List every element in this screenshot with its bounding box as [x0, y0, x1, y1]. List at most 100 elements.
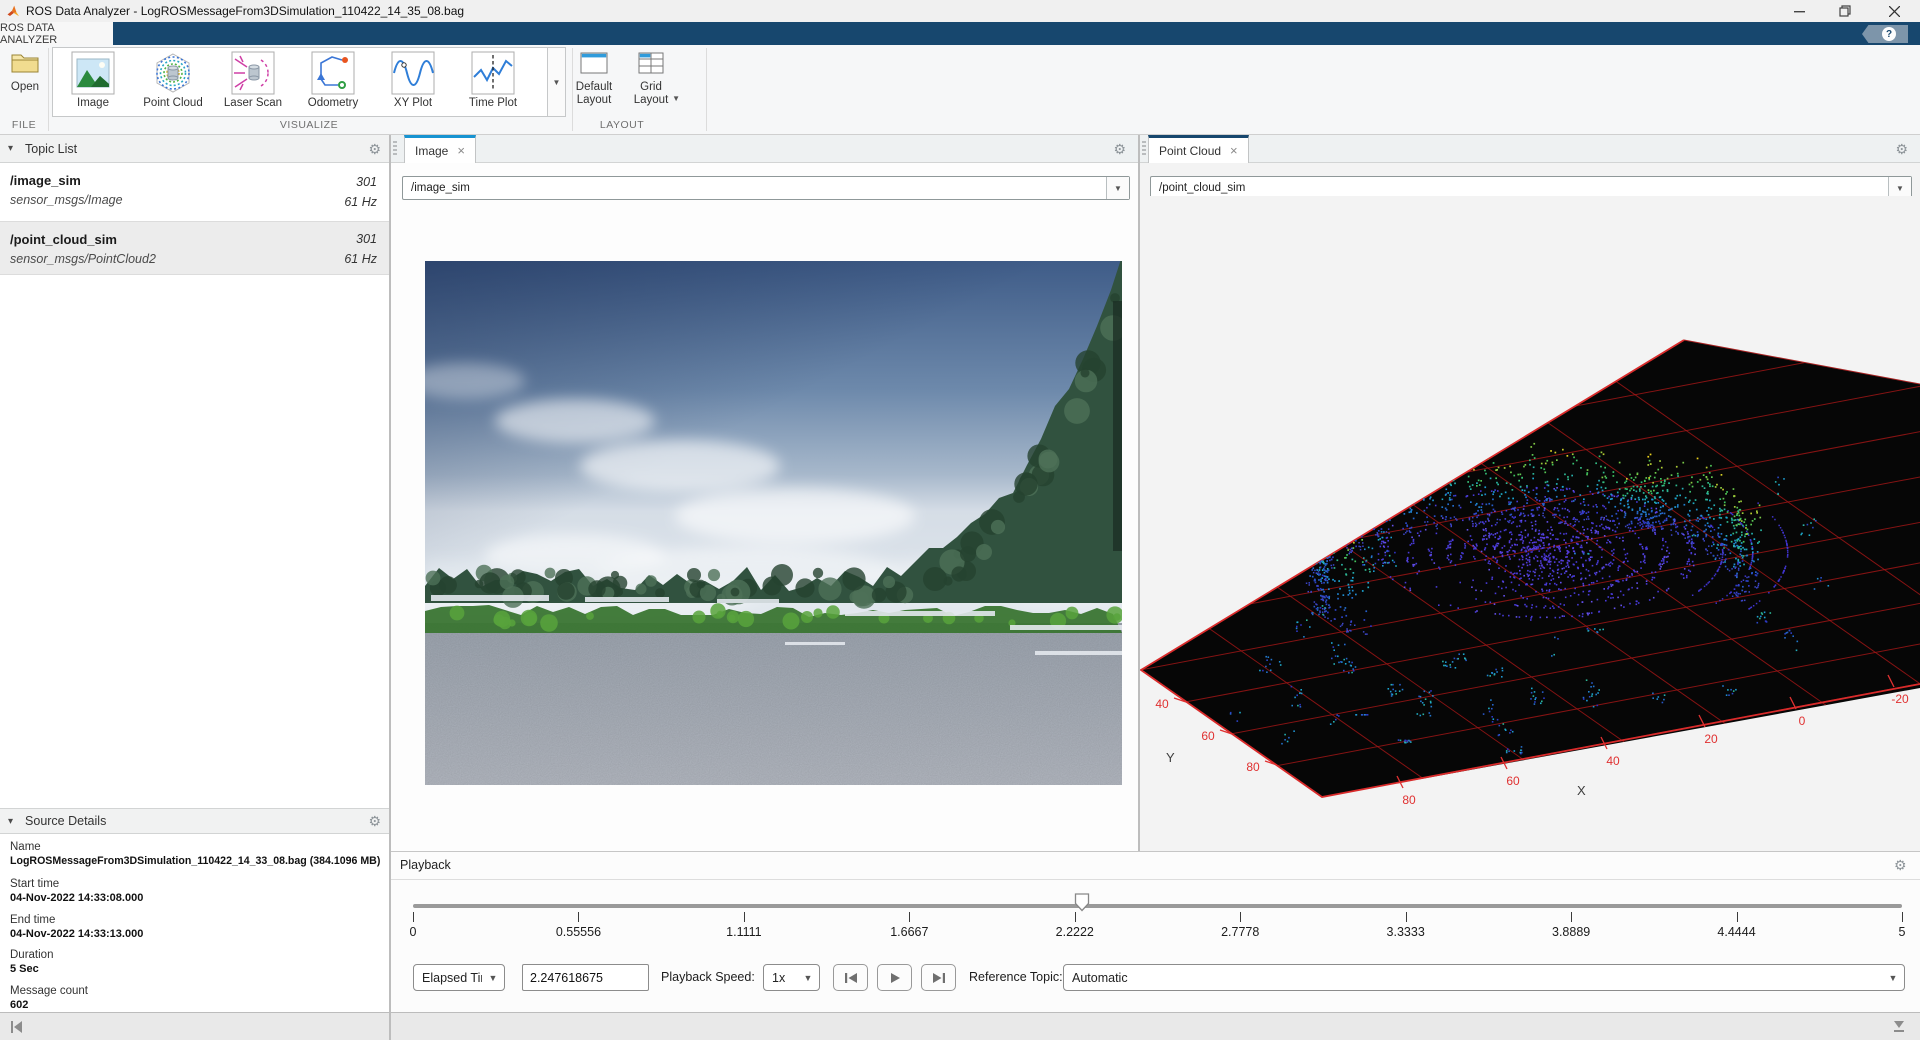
time-mode-dropdown[interactable]: Elapsed Time ▼: [413, 964, 505, 991]
topic-message-count: 301: [356, 232, 377, 246]
playback-tick-label: 1.1111: [726, 925, 761, 939]
source-field-name: Name LogROSMessageFrom3DSimulation_11042…: [10, 841, 386, 867]
gallery-more-button[interactable]: ▼: [547, 48, 565, 116]
collapse-playback-panel-icon[interactable]: [1892, 1020, 1906, 1034]
grid-layout-icon: [637, 50, 665, 76]
field-label: Start time: [10, 878, 386, 890]
grid-layout-button[interactable]: Grid Layout ▼: [626, 50, 676, 107]
visualize-gallery: Image Point Cloud: [52, 47, 566, 117]
pc-x-tick-label: 60: [1506, 774, 1520, 788]
field-label: Message count: [10, 985, 386, 997]
pc-x-tick-label: 20: [1704, 732, 1718, 746]
field-label: Duration: [10, 949, 386, 961]
ribbon-tab-ros-data-analyzer[interactable]: ROS DATA ANALYZER: [0, 22, 113, 45]
playback-speed-value: 1x: [764, 971, 797, 985]
field-label: Name: [10, 841, 386, 853]
field-label: End time: [10, 914, 386, 926]
ribbon-tab-strip: ROS DATA ANALYZER ?: [0, 22, 1920, 45]
playback-tick: [413, 912, 414, 922]
point-cloud-panel: Point Cloud × ⚙ /point_cloud_sim ▼ 80604…: [1140, 135, 1920, 851]
time-mode-dropdown-arrow-icon[interactable]: ▼: [482, 965, 504, 990]
pc-y-tick-label: 80: [1246, 760, 1260, 774]
pc-x-tick-label: 80: [1402, 793, 1416, 807]
step-forward-button[interactable]: [921, 964, 956, 991]
playback-speed-dropdown-arrow-icon[interactable]: ▼: [797, 965, 819, 990]
time-mode-value: Elapsed Time: [414, 971, 482, 985]
visualize-laser-scan-button[interactable]: Laser Scan: [213, 48, 293, 114]
image-topic-dropdown-arrow-icon[interactable]: ▼: [1106, 177, 1129, 199]
minimize-button[interactable]: [1776, 0, 1822, 22]
collapse-left-panel-icon[interactable]: [10, 1020, 25, 1034]
laser-scan-icon: [231, 51, 275, 95]
topic-row-image-sim[interactable]: /image_sim sensor_msgs/Image 301 61 Hz: [0, 163, 389, 222]
open-button[interactable]: Open: [6, 50, 44, 93]
image-topic-dropdown[interactable]: /image_sim ▼: [402, 176, 1130, 200]
point-cloud-3d-view[interactable]: 806040200-20406080YX: [1140, 196, 1920, 851]
play-icon: [888, 972, 902, 984]
visualize-xy-plot-label: XY Plot: [394, 97, 432, 109]
source-details-header: ▾ Source Details ⚙: [0, 808, 389, 834]
source-details-gear-icon[interactable]: ⚙: [368, 814, 381, 828]
restore-icon: [1839, 5, 1851, 17]
topic-row-point-cloud-sim[interactable]: /point_cloud_sim sensor_msgs/PointCloud2…: [0, 222, 389, 275]
playback-tick: [1737, 912, 1738, 922]
visualize-point-cloud-button[interactable]: Point Cloud: [133, 48, 213, 114]
playback-tick: [1075, 912, 1076, 922]
default-layout-button[interactable]: Default Layout: [566, 50, 622, 107]
playback-tick-label: 5: [1899, 925, 1906, 939]
reference-topic-dropdown[interactable]: Automatic ▼: [1063, 964, 1905, 991]
close-button[interactable]: [1868, 0, 1920, 22]
pc-x-tick-label: -20: [1891, 692, 1909, 706]
current-time-input[interactable]: [522, 964, 649, 991]
step-forward-icon: [932, 972, 946, 984]
center-right-splitter[interactable]: [1138, 135, 1140, 851]
help-button[interactable]: ?: [1862, 25, 1908, 43]
point-cloud-icon: [151, 51, 195, 95]
collapse-topic-list-icon[interactable]: ▾: [8, 143, 13, 154]
image-panel-gear-icon[interactable]: ⚙: [1113, 142, 1126, 156]
tab-image-close-icon[interactable]: ×: [457, 144, 465, 157]
close-icon: [1889, 6, 1900, 17]
camera-image-view[interactable]: [425, 261, 1122, 785]
xy-plot-icon: [391, 51, 435, 95]
visualize-xy-plot-button[interactable]: XY Plot: [373, 48, 453, 114]
left-panel-splitter[interactable]: [389, 135, 391, 1040]
visualize-odometry-button[interactable]: Odometry: [293, 48, 373, 114]
tab-point-cloud-close-icon[interactable]: ×: [1230, 144, 1238, 157]
reference-topic-dropdown-arrow-icon[interactable]: ▼: [1882, 965, 1904, 990]
folder-icon: [10, 50, 40, 74]
visualize-odometry-label: Odometry: [308, 97, 359, 109]
default-layout-label: Default Layout: [568, 81, 620, 107]
visualize-image-button[interactable]: Image: [53, 48, 133, 114]
file-section-label: FILE: [0, 119, 48, 131]
tab-point-cloud[interactable]: Point Cloud ×: [1148, 135, 1249, 163]
field-value: LogROSMessageFrom3DSimulation_110422_14_…: [10, 855, 386, 867]
visualize-section-label: VISUALIZE: [52, 119, 566, 131]
play-button[interactable]: [877, 964, 912, 991]
window-title: ROS Data Analyzer - LogROSMessageFrom3DS…: [26, 4, 464, 18]
playback-tick-label: 4.4444: [1717, 925, 1755, 939]
topic-type: sensor_msgs/Image: [10, 193, 377, 207]
playback-slider-thumb[interactable]: [1074, 893, 1090, 912]
source-field-start-time: Start time 04-Nov-2022 14:33:08.000: [10, 878, 386, 904]
field-value: 5 Sec: [10, 963, 386, 975]
topic-list-gear-icon[interactable]: ⚙: [368, 142, 381, 156]
panel-grip[interactable]: [393, 141, 397, 157]
restore-button[interactable]: [1822, 0, 1868, 22]
collapse-source-details-icon[interactable]: ▾: [8, 816, 13, 827]
odometry-icon: [311, 51, 355, 95]
playback-speed-dropdown[interactable]: 1x ▼: [763, 964, 820, 991]
playback-gear-icon[interactable]: ⚙: [1894, 858, 1907, 872]
playback-tick-label: 2.7778: [1221, 925, 1259, 939]
ribbon-separator: [48, 48, 49, 131]
image-topic-value: /image_sim: [403, 182, 1106, 194]
playback-tick: [909, 912, 910, 922]
playback-tick: [578, 912, 579, 922]
visualize-time-plot-button[interactable]: Time Plot: [453, 48, 533, 114]
point-cloud-panel-gear-icon[interactable]: ⚙: [1895, 142, 1908, 156]
panel-grip[interactable]: [1142, 141, 1146, 157]
tab-image[interactable]: Image ×: [404, 135, 476, 163]
step-back-button[interactable]: [833, 964, 868, 991]
playback-slider-track[interactable]: [413, 904, 1902, 908]
visualize-image-label: Image: [77, 97, 109, 109]
